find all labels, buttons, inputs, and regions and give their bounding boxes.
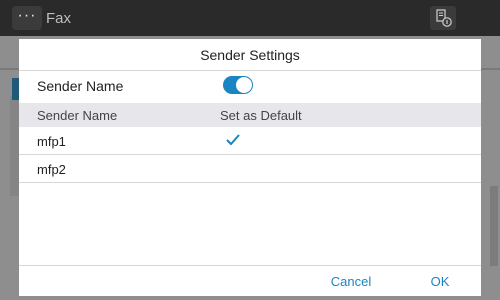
menu-button[interactable]: ··· <box>12 6 42 30</box>
sender-list-row[interactable]: mfp1 <box>19 127 481 155</box>
column-header-sender-name: Sender Name <box>37 108 118 123</box>
sender-name-label: Sender Name <box>37 78 124 94</box>
sender-name-setting-row: Sender Name <box>19 71 481 101</box>
history-info-button[interactable] <box>430 6 456 30</box>
dialog-title: Sender Settings <box>19 39 481 71</box>
sender-name-cell: mfp1 <box>37 134 66 149</box>
sender-name-cell: mfp2 <box>37 162 66 177</box>
toggle-knob <box>236 77 252 93</box>
sender-settings-dialog: Sender Settings Sender Name Sender Name … <box>19 39 481 296</box>
sender-list-row[interactable]: mfp2 <box>19 155 481 183</box>
column-header-set-as-default: Set as Default <box>220 108 302 123</box>
app-title: Fax <box>46 10 72 27</box>
background-scrollbar <box>490 186 498 266</box>
checkmark-icon <box>226 134 240 146</box>
ellipsis-icon: ··· <box>17 7 37 24</box>
history-info-icon <box>436 9 452 27</box>
ok-button[interactable]: OK <box>415 266 465 297</box>
top-app-bar: ··· Fax <box>0 0 500 36</box>
sender-list-header: Sender Name Set as Default <box>19 103 481 127</box>
sender-name-toggle[interactable] <box>223 76 253 94</box>
dialog-footer: Cancel OK <box>19 265 481 296</box>
cancel-button[interactable]: Cancel <box>315 266 387 297</box>
